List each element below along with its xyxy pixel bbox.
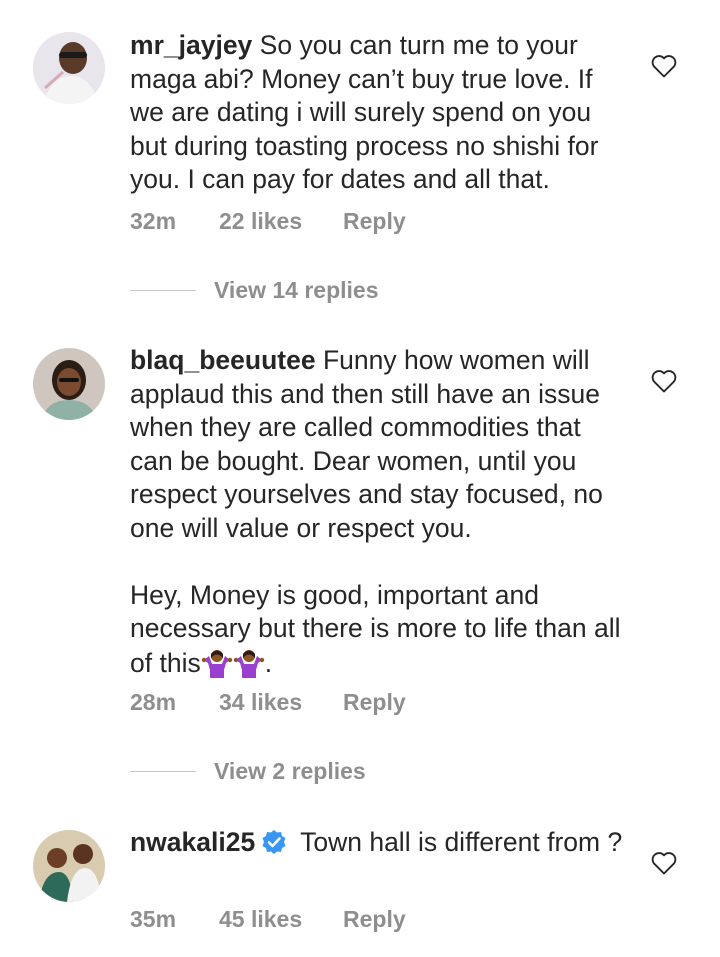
- comment-body-end: .: [264, 647, 273, 678]
- comment-timestamp: 28m: [130, 689, 177, 715]
- comment-body: Town hall is different from ?: [300, 827, 623, 857]
- replies-divider: [130, 289, 196, 291]
- avatar[interactable]: [33, 32, 105, 104]
- comment-username[interactable]: blaq_beeuutee: [130, 345, 316, 375]
- comment-meta: 35m 45 likes Reply: [130, 906, 406, 933]
- view-replies-button[interactable]: View 14 replies: [130, 275, 379, 305]
- comment-text: nwakali25 Town hall is different from ?: [130, 826, 630, 860]
- view-replies-label: View 2 replies: [214, 757, 366, 784]
- comment-likes-count[interactable]: 45 likes: [219, 906, 343, 933]
- view-replies-label: View 14 replies: [214, 276, 379, 303]
- reply-button[interactable]: Reply: [343, 906, 406, 933]
- avatar-photo: [33, 348, 105, 420]
- reply-button[interactable]: Reply: [343, 689, 406, 716]
- comment-username[interactable]: mr_jayjey: [130, 30, 252, 60]
- like-heart-icon[interactable]: [650, 53, 678, 79]
- comment-timestamp: 35m: [130, 906, 177, 932]
- comment-text: mr_jayjey So you can turn me to your mag…: [130, 29, 630, 197]
- comment-timestamp: 32m: [130, 208, 177, 234]
- like-heart-icon[interactable]: [650, 368, 678, 394]
- person-shrugging-emoji: [233, 649, 264, 678]
- reply-button[interactable]: Reply: [343, 208, 406, 235]
- view-replies-button[interactable]: View 2 replies: [130, 756, 366, 786]
- comment-meta: 32m 22 likes Reply: [130, 208, 406, 235]
- avatar[interactable]: [33, 348, 105, 420]
- comment-body: Funny how women will applaud this and th…: [130, 345, 621, 678]
- avatar[interactable]: [33, 830, 105, 902]
- avatar-photo: [33, 830, 105, 902]
- avatar-photo: [33, 32, 105, 104]
- comment-likes-count[interactable]: 22 likes: [219, 208, 343, 235]
- replies-divider: [130, 770, 196, 772]
- like-heart-icon[interactable]: [650, 850, 678, 876]
- verified-badge-icon: [262, 830, 286, 854]
- comment-username[interactable]: nwakali25: [130, 827, 255, 857]
- comment-meta: 28m 34 likes Reply: [130, 689, 406, 716]
- comment-likes-count[interactable]: 34 likes: [219, 689, 343, 716]
- comment-text: blaq_beeuutee Funny how women will appla…: [130, 344, 630, 680]
- person-shrugging-emoji: [201, 649, 232, 678]
